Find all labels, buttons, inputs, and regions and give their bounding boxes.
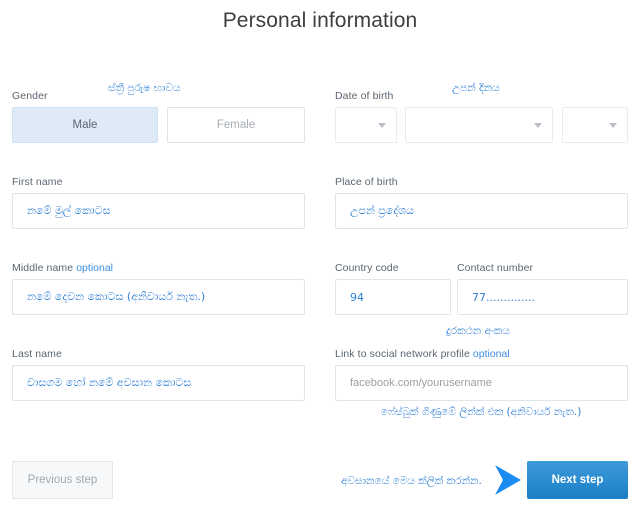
country-code-value: 94 (350, 290, 364, 304)
date-of-birth-day-select[interactable] (335, 107, 397, 143)
place-of-birth-value: උපන් ප්‍රදේශය (350, 204, 414, 217)
next-step-label: Next step (551, 474, 604, 486)
date-of-birth-label: Date of birth (335, 90, 394, 102)
social-profile-annotation: ෆේස්බුක් ගිණුමේ ලින්ක් එක (අනිවාර්ය නැත.… (380, 406, 582, 418)
gender-option-male-label: Male (72, 119, 98, 131)
contact-number-value: 77.............. (472, 290, 535, 304)
place-of-birth-input[interactable]: උපන් ප්‍රදේශය (335, 193, 628, 229)
first-name-value: නමේ මුල් කොටස (27, 204, 111, 217)
previous-step-button[interactable]: Previous step (12, 461, 113, 499)
social-profile-placeholder: facebook.com/yourusername (350, 377, 492, 389)
contact-number-input[interactable]: 77.............. (457, 279, 628, 315)
last-name-input[interactable]: වාසගම හෝ නමේ අවසාන කොටස (12, 365, 305, 401)
gender-annotation: ස්ත්‍රී පුරුෂ භාවය (108, 82, 181, 94)
social-profile-input[interactable]: facebook.com/yourusername (335, 365, 628, 401)
country-code-label: Country code (335, 262, 399, 274)
gender-label: Gender (12, 90, 48, 102)
arrow-right-icon (495, 465, 521, 495)
social-profile-optional-tag: optional (472, 348, 510, 360)
middle-name-value: නමේ දෙවන කොටස (අනිවාර්ය නැත.) (27, 290, 206, 303)
middle-name-label: Middle name (12, 262, 74, 274)
first-name-label: First name (12, 176, 63, 188)
date-of-birth-month-select[interactable] (405, 107, 553, 143)
date-of-birth-annotation: උපන් දිනය (452, 82, 500, 94)
previous-step-label: Previous step (27, 474, 98, 486)
gender-option-female[interactable]: Female (167, 107, 305, 143)
place-of-birth-label: Place of birth (335, 176, 398, 188)
next-step-button[interactable]: Next step (527, 461, 628, 499)
gender-option-male[interactable]: Male (12, 107, 158, 143)
date-of-birth-year-select[interactable] (562, 107, 628, 143)
next-step-annotation: අවසානයේ මෙය ක්ලික් කරන්න. (341, 475, 482, 487)
first-name-input[interactable]: නමේ මුල් කොටස (12, 193, 305, 229)
last-name-value: වාසගම හෝ නමේ අවසාන කොටස (27, 376, 192, 389)
personal-information-form: Personal information Gender ස්ත්‍රී පුරු… (0, 0, 640, 518)
last-name-label: Last name (12, 348, 62, 360)
chevron-down-icon (378, 123, 386, 128)
country-code-input[interactable]: 94 (335, 279, 451, 315)
contact-number-label: Contact number (457, 262, 534, 274)
chevron-down-icon (534, 123, 542, 128)
contact-number-annotation: දුරකථන අංකය (446, 325, 510, 337)
social-profile-label: Link to social network profile (335, 348, 470, 360)
page-title: Personal information (222, 9, 418, 32)
chevron-down-icon (609, 123, 617, 128)
social-profile-label-group: Link to social network profile optional (335, 348, 510, 360)
middle-name-input[interactable]: නමේ දෙවන කොටස (අනිවාර්ය නැත.) (12, 279, 305, 315)
middle-name-label-group: Middle name optional (12, 262, 113, 274)
middle-name-optional-tag: optional (76, 262, 113, 274)
gender-option-female-label: Female (216, 119, 256, 131)
